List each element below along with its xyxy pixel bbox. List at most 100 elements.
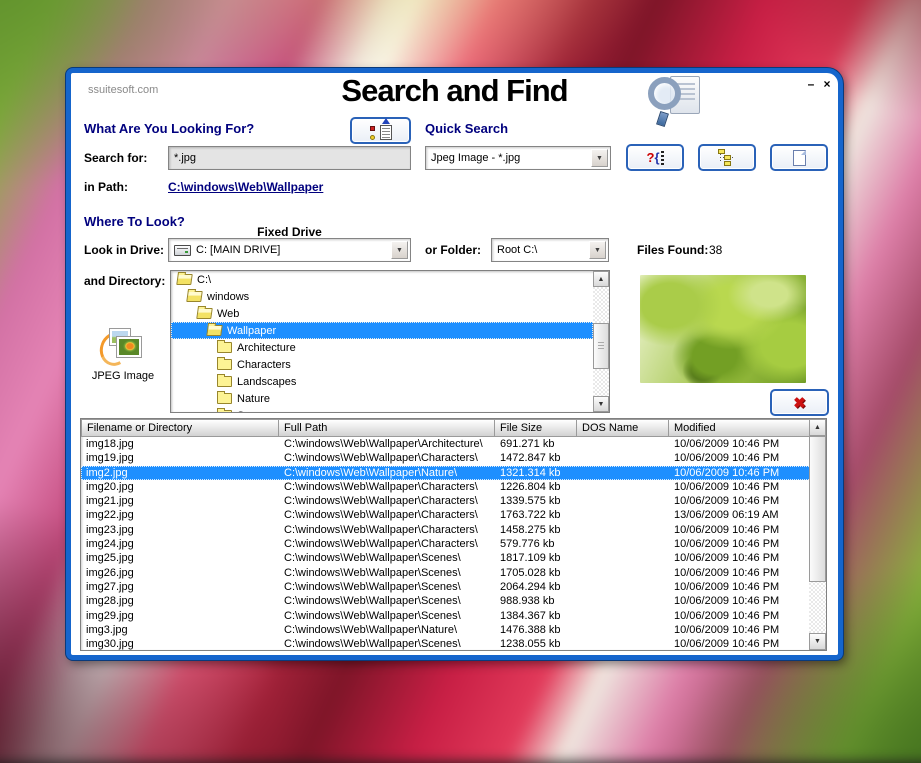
results-scrollbar-thumb[interactable] [809,436,826,582]
chevron-down-icon[interactable]: ▼ [589,241,606,259]
cell-filename: img20.jpg [81,480,279,494]
cell-filesize: 1384.367 kb [495,609,577,623]
cell-modified: 10/06/2009 10:46 PM [669,609,811,623]
report-options-button[interactable] [350,117,411,144]
folder-tree-button[interactable] [698,144,756,171]
cell-modified: 10/06/2009 10:46 PM [669,437,811,451]
tree-item-characters[interactable]: Characters [171,356,593,373]
table-row[interactable]: img29.jpgC:\windows\Web\Wallpaper\Scenes… [81,609,811,623]
tree-item-label: Samsung [237,410,283,413]
cell-dosname [577,623,669,637]
fixed-drive-label: Fixed Drive [168,225,411,239]
delete-result-button[interactable]: ✖ [770,389,829,416]
chevron-down-icon[interactable]: ▼ [391,241,408,259]
tree-scrollbar-thumb[interactable] [593,323,609,369]
new-document-button[interactable] [770,144,828,171]
cell-filename: img22.jpg [81,508,279,522]
cell-fullpath: C:\windows\Web\Wallpaper\Nature\ [279,623,495,637]
cell-filesize: 1817.109 kb [495,551,577,565]
close-button[interactable]: × [819,77,835,92]
window-title: Search and Find [71,73,838,109]
table-row[interactable]: img28.jpgC:\windows\Web\Wallpaper\Scenes… [81,594,811,608]
results-table[interactable]: Filename or Directory Full Path File Siz… [80,418,827,651]
open-folder-icon [176,274,193,285]
look-in-drive-label: Look in Drive: [84,243,164,257]
cell-filesize: 579.776 kb [495,537,577,551]
table-row[interactable]: img21.jpgC:\windows\Web\Wallpaper\Charac… [81,494,811,508]
table-row[interactable]: img26.jpgC:\windows\Web\Wallpaper\Scenes… [81,566,811,580]
minimize-button[interactable]: – [803,77,819,92]
cell-fullpath: C:\windows\Web\Wallpaper\Characters\ [279,537,495,551]
image-preview [640,275,806,383]
tree-item-architecture[interactable]: Architecture [171,339,593,356]
question-brace-icon: ?{ [646,150,663,166]
column-header-filename[interactable]: Filename or Directory [81,419,279,437]
table-row[interactable]: img19.jpgC:\windows\Web\Wallpaper\Charac… [81,451,811,465]
table-row[interactable]: img20.jpgC:\windows\Web\Wallpaper\Charac… [81,480,811,494]
cell-filesize: 1472.847 kb [495,451,577,465]
chevron-down-icon[interactable]: ▼ [591,149,608,167]
quick-search-dropdown[interactable]: Jpeg Image - *.jpg ▼ [425,146,611,170]
column-header-filesize[interactable]: File Size [495,419,577,437]
closed-folder-icon [217,342,232,353]
cell-filesize: 1476.388 kb [495,623,577,637]
cell-filesize: 1321.314 kb [495,466,577,480]
cell-modified: 10/06/2009 10:46 PM [669,566,811,580]
cell-filesize: 1226.804 kb [495,480,577,494]
table-row[interactable]: img18.jpgC:\windows\Web\Wallpaper\Archit… [81,437,811,451]
cell-dosname [577,437,669,451]
tree-item-label: C:\ [197,274,211,286]
tree-item-samsung[interactable]: Samsung [171,407,593,412]
results-table-header[interactable]: Filename or Directory Full Path File Siz… [81,419,811,437]
or-folder-label: or Folder: [425,243,481,257]
cell-filename: img27.jpg [81,580,279,594]
drive-dropdown[interactable]: C: [MAIN DRIVE] ▼ [168,238,411,262]
path-link[interactable]: C:\windows\Web\Wallpaper [168,180,323,194]
scroll-down-icon[interactable]: ▼ [593,396,609,412]
directory-tree-items[interactable]: C:\ windowsWebWallpaperArchitectureCharac… [171,271,593,412]
search-input[interactable]: *.jpg [168,146,411,170]
cell-fullpath: C:\windows\Web\Wallpaper\Architecture\ [279,437,495,451]
tree-item-wallpaper[interactable]: Wallpaper [171,322,593,339]
tree-item-nature[interactable]: Nature [171,390,593,407]
tree-item-web[interactable]: Web [171,305,593,322]
table-row[interactable]: img23.jpgC:\windows\Web\Wallpaper\Charac… [81,523,811,537]
scroll-up-icon[interactable]: ▲ [809,419,826,436]
column-header-modified[interactable]: Modified [669,419,811,437]
cell-filename: img19.jpg [81,451,279,465]
and-directory-label: and Directory: [84,274,165,288]
cell-dosname [577,466,669,480]
table-row[interactable]: img25.jpgC:\windows\Web\Wallpaper\Scenes… [81,551,811,565]
tree-item-c[interactable]: C:\ [171,271,593,288]
folder-dropdown[interactable]: Root C:\ ▼ [491,238,609,262]
cell-dosname [577,494,669,508]
directory-tree[interactable]: C:\ windowsWebWallpaperArchitectureCharac… [170,270,610,413]
results-scrollbar[interactable]: ▲ ▼ [809,419,826,650]
search-help-button[interactable]: ?{ [626,144,684,171]
cell-filename: img26.jpg [81,566,279,580]
table-row[interactable]: img2.jpgC:\windows\Web\Wallpaper\Nature\… [81,466,811,480]
tree-scrollbar[interactable]: ▲ ▼ [593,271,609,412]
column-header-fullpath[interactable]: Full Path [279,419,495,437]
scroll-down-icon[interactable]: ▼ [809,633,826,650]
column-header-dosname[interactable]: DOS Name [577,419,669,437]
cell-dosname [577,580,669,594]
quick-search-heading: Quick Search [425,121,508,136]
cell-fullpath: C:\windows\Web\Wallpaper\Scenes\ [279,566,495,580]
closed-folder-icon [217,393,232,404]
scroll-up-icon[interactable]: ▲ [593,271,609,287]
table-row[interactable]: img27.jpgC:\windows\Web\Wallpaper\Scenes… [81,580,811,594]
cell-fullpath: C:\windows\Web\Wallpaper\Characters\ [279,494,495,508]
cell-modified: 10/06/2009 10:46 PM [669,637,811,651]
table-row[interactable]: img24.jpgC:\windows\Web\Wallpaper\Charac… [81,537,811,551]
table-row[interactable]: img30.jpgC:\windows\Web\Wallpaper\Scenes… [81,637,811,651]
tree-item-landscapes[interactable]: Landscapes [171,373,593,390]
cell-dosname [577,480,669,494]
table-row[interactable]: img22.jpgC:\windows\Web\Wallpaper\Charac… [81,508,811,522]
cell-filesize: 1705.028 kb [495,566,577,580]
tree-item-windows[interactable]: windows [171,288,593,305]
results-table-body[interactable]: img18.jpgC:\windows\Web\Wallpaper\Archit… [81,437,811,650]
table-row[interactable]: img3.jpgC:\windows\Web\Wallpaper\Nature\… [81,623,811,637]
cell-filename: img29.jpg [81,609,279,623]
cell-dosname [577,551,669,565]
